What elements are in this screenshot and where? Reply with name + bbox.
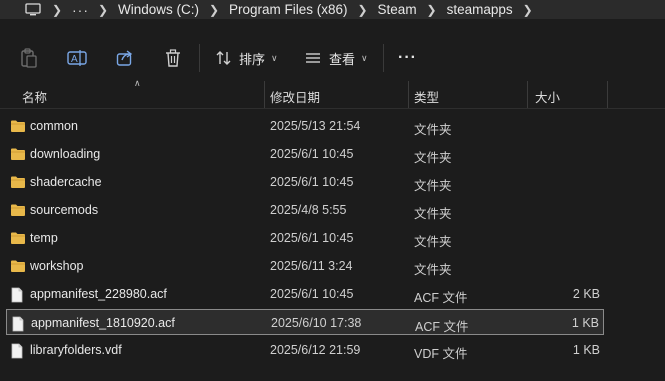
sort-icon — [216, 51, 231, 65]
view-icon — [306, 53, 320, 63]
file-type: 文件夹 — [414, 207, 452, 221]
breadcrumb-segment[interactable]: Windows (C:) — [118, 2, 199, 17]
toolbar-divider — [383, 44, 384, 72]
folder-icon — [10, 147, 26, 161]
file-type: 文件夹 — [414, 179, 452, 193]
address-bar[interactable]: ❯ ··· ❯ Windows (C:) ❯ Program Files (x8… — [0, 0, 665, 19]
file-name: workshop — [30, 259, 84, 273]
file-modified: 2025/6/10 17:38 — [271, 316, 362, 330]
toolbar-divider — [199, 44, 200, 72]
chevron-right-icon[interactable]: ❯ — [417, 3, 447, 17]
chevron-right-icon[interactable]: ❯ — [348, 3, 378, 17]
document-icon — [11, 316, 27, 332]
file-type: ACF 文件 — [415, 320, 469, 334]
file-row[interactable]: libraryfolders.vdf 2025/6/12 21:59 VDF 文… — [6, 337, 604, 363]
breadcrumb-segment[interactable]: steamapps — [447, 2, 513, 17]
chevron-right-icon[interactable]: ❯ — [88, 3, 118, 17]
sort-ascending-icon: ∧ — [134, 78, 141, 88]
file-row[interactable]: sourcemods 2025/4/8 5:55 文件夹 — [6, 197, 604, 223]
file-row[interactable]: downloading 2025/6/1 10:45 文件夹 — [6, 141, 604, 167]
chevron-right-icon[interactable]: ❯ — [199, 3, 229, 17]
file-type: VDF 文件 — [414, 347, 468, 361]
file-name: shadercache — [30, 175, 102, 189]
file-name: appmanifest_1810920.acf — [31, 316, 175, 330]
chevron-down-icon: ∨ — [361, 52, 368, 63]
file-row[interactable]: common 2025/5/13 21:54 文件夹 — [6, 113, 604, 139]
file-size: 2 KB — [572, 287, 600, 301]
chevron-right-icon[interactable]: ❯ — [513, 3, 543, 17]
chevron-right-icon[interactable]: ❯ — [42, 3, 72, 17]
breadcrumb-more-button[interactable]: ··· — [72, 2, 88, 18]
file-type: 文件夹 — [414, 235, 452, 249]
more-options-button[interactable]: ··· — [398, 47, 417, 69]
file-modified: 2025/6/1 10:45 — [270, 231, 354, 245]
breadcrumb-segment[interactable]: Program Files (x86) — [229, 2, 348, 17]
file-name: libraryfolders.vdf — [30, 343, 122, 357]
file-name: appmanifest_228980.acf — [30, 287, 167, 301]
view-label: 查看 — [329, 51, 356, 67]
rename-icon[interactable]: A — [66, 47, 88, 69]
sort-menu-button[interactable]: 排序 ∨ — [215, 47, 278, 69]
share-icon[interactable] — [114, 47, 136, 69]
file-name: common — [30, 119, 78, 133]
file-type: 文件夹 — [414, 123, 452, 137]
file-type: 文件夹 — [414, 263, 452, 277]
file-name: sourcemods — [30, 203, 99, 217]
file-name: downloading — [30, 147, 101, 161]
folder-icon — [10, 259, 26, 273]
file-size: 1 KB — [571, 316, 599, 330]
file-modified: 2025/6/1 10:45 — [270, 287, 354, 301]
file-size: 1 KB — [572, 343, 600, 357]
column-type-header[interactable]: 类型 — [414, 87, 439, 106]
folder-icon — [10, 231, 26, 245]
column-divider[interactable] — [264, 81, 265, 108]
file-type: 文件夹 — [414, 151, 452, 165]
file-name: temp — [30, 231, 58, 245]
file-row[interactable]: workshop 2025/6/11 3:24 文件夹 — [6, 253, 604, 279]
column-name-header[interactable]: 名称 — [22, 87, 47, 106]
file-modified: 2025/6/1 10:45 — [270, 147, 354, 161]
sort-label: 排序 — [239, 51, 266, 67]
paste-icon[interactable] — [18, 47, 40, 69]
file-row[interactable]: appmanifest_228980.acf 2025/6/1 10:45 AC… — [6, 281, 604, 307]
chevron-down-icon: ∨ — [271, 52, 278, 63]
column-header: ∧ 名称 修改日期 类型 大小 — [0, 78, 665, 109]
file-modified: 2025/4/8 5:55 — [270, 203, 347, 217]
file-row[interactable]: temp 2025/6/1 10:45 文件夹 — [6, 225, 604, 251]
file-modified: 2025/6/12 21:59 — [270, 343, 361, 357]
file-type: ACF 文件 — [414, 291, 468, 305]
view-menu-button[interactable]: 查看 ∨ — [304, 47, 368, 69]
file-row[interactable]: appmanifest_1810920.acf 2025/6/10 17:38 … — [6, 309, 604, 335]
file-row[interactable]: shadercache 2025/6/1 10:45 文件夹 — [6, 169, 604, 195]
file-modified: 2025/6/11 3:24 — [270, 259, 353, 273]
svg-text:A: A — [71, 54, 78, 65]
folder-icon — [10, 175, 26, 189]
document-icon — [10, 343, 26, 359]
delete-icon[interactable] — [162, 47, 184, 69]
column-divider[interactable] — [607, 81, 608, 108]
file-modified: 2025/6/1 10:45 — [270, 175, 354, 189]
column-divider[interactable] — [527, 81, 528, 108]
document-icon — [10, 287, 26, 303]
column-size-header[interactable]: 大小 — [535, 87, 560, 106]
column-modified-header[interactable]: 修改日期 — [270, 87, 320, 106]
file-modified: 2025/5/13 21:54 — [270, 119, 361, 133]
monitor-icon[interactable] — [24, 3, 42, 17]
column-divider[interactable] — [408, 81, 409, 108]
folder-icon — [10, 119, 26, 133]
command-bar: A 排序 ∨ 查看 ∨ ··· — [0, 36, 665, 80]
breadcrumb-segment[interactable]: Steam — [378, 2, 417, 17]
folder-icon — [10, 203, 26, 217]
